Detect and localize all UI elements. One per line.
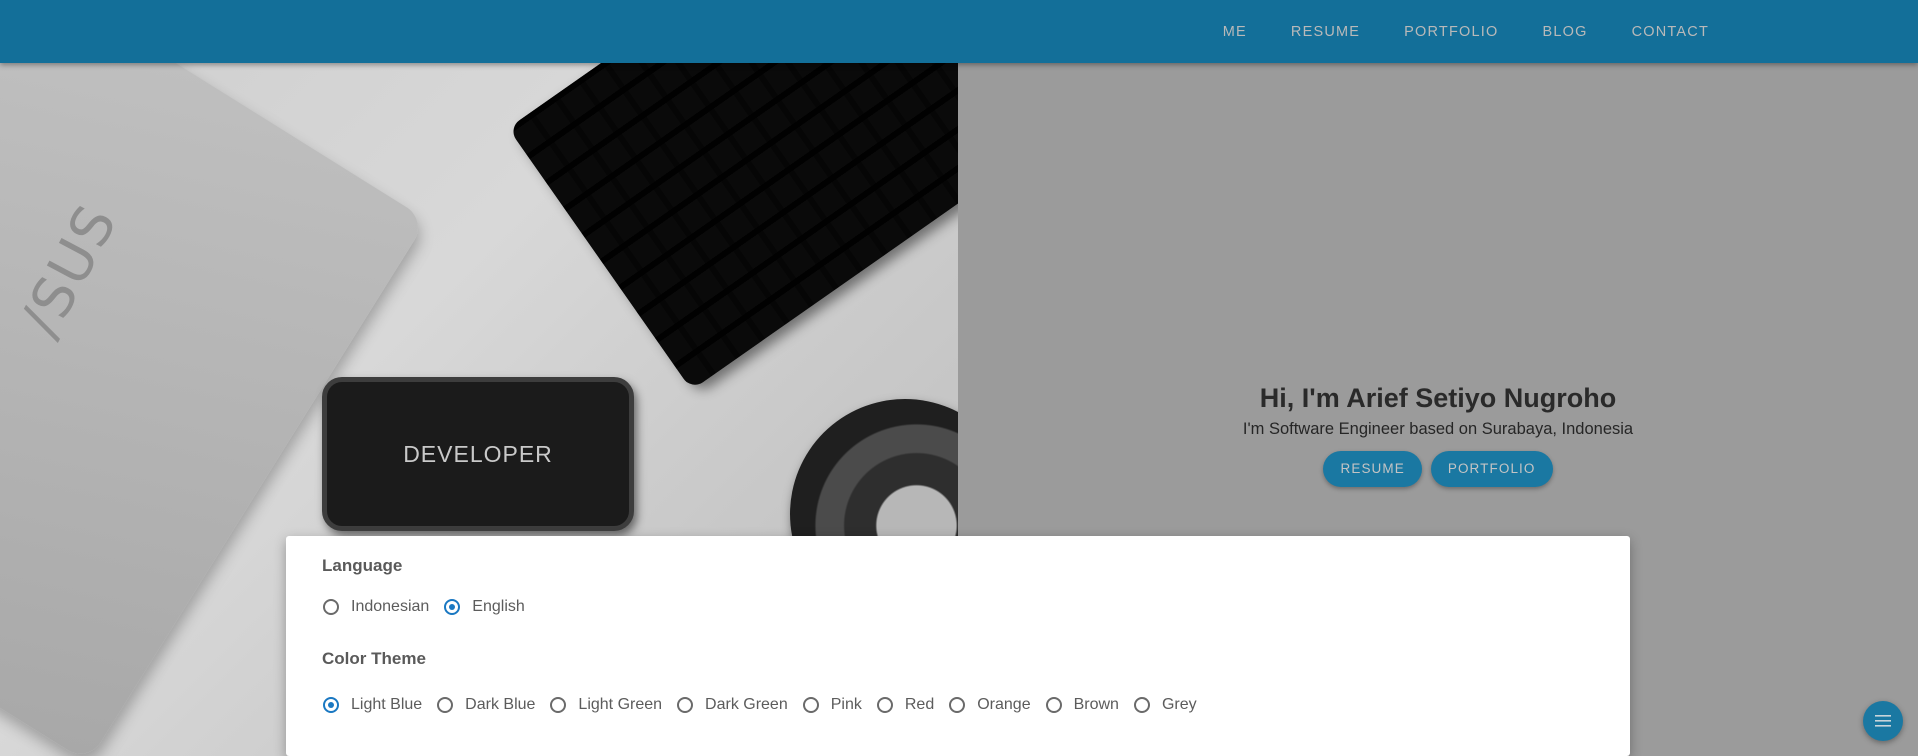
portfolio-button[interactable]: PORTFOLIO [1430,451,1553,487]
radio-unchecked-icon[interactable] [876,697,893,713]
radio-unchecked-icon[interactable] [677,697,694,713]
radio-unchecked-icon[interactable] [323,599,339,615]
theme-option-brown[interactable]: Brown [1045,696,1119,714]
radio-label: English [472,598,525,615]
radio-unchecked-icon[interactable] [1133,697,1150,713]
radio-label: Indonesian [351,598,430,615]
hero-intro: Hi, I'm Arief Setiyo Nugroho I'm Softwar… [1082,382,1794,487]
radio-label: Dark Blue [465,696,536,713]
theme-option-orange[interactable]: Orange [949,696,1031,714]
radio-unchecked-icon[interactable] [802,697,819,713]
phone-screen-text: DEVELOPER [403,440,553,467]
nav-item-contact[interactable]: CONTACT [1632,24,1709,40]
theme-option-pink[interactable]: Pink [802,696,862,714]
nav-item-blog[interactable]: BLOG [1543,24,1588,40]
top-navbar: ME RESUME PORTFOLIO BLOG CONTACT [0,0,1918,63]
radio-unchecked-icon[interactable] [1045,697,1062,713]
radio-label: Light Blue [351,696,423,713]
fab-menu-button[interactable] [1863,701,1903,741]
radio-unchecked-icon[interactable] [437,697,454,713]
language-section-title: Language [322,556,403,575]
resume-button[interactable]: RESUME [1323,451,1422,487]
radio-label: Orange [977,696,1031,713]
radio-label: Dark Green [705,696,788,713]
menu-icon [1875,715,1891,727]
radio-checked-icon[interactable] [323,697,339,713]
language-options: Indonesian English [323,598,540,616]
color-theme-section-title: Color Theme [322,649,426,668]
language-option-indonesian[interactable]: Indonesian [323,598,429,616]
phone-image: DEVELOPER [322,377,634,531]
keyboard-image [508,63,958,391]
theme-option-light-green[interactable]: Light Green [550,696,662,714]
radio-label: Grey [1161,696,1197,713]
radio-checked-icon[interactable] [444,599,461,615]
theme-option-dark-green[interactable]: Dark Green [677,696,788,714]
radio-label: Brown [1073,696,1119,713]
nav-item-me[interactable]: ME [1223,24,1247,40]
nav-item-portfolio[interactable]: PORTFOLIO [1404,24,1498,40]
language-option-english[interactable]: English [444,598,525,616]
theme-option-red[interactable]: Red [876,696,935,714]
hero-title: Hi, I'm Arief Setiyo Nugroho [1259,383,1617,413]
hero-subtitle: I'm Software Engineer based on Surabaya,… [1242,420,1634,438]
theme-option-light-blue[interactable]: Light Blue [323,696,422,714]
radio-label: Red [904,696,935,713]
settings-panel: Language Indonesian English Color Theme … [286,536,1630,756]
radio-unchecked-icon[interactable] [550,697,567,713]
hero-buttons: RESUME PORTFOLIO [1082,451,1794,487]
radio-label: Pink [830,696,862,713]
nav-item-resume[interactable]: RESUME [1291,24,1360,40]
radio-unchecked-icon[interactable] [949,697,966,713]
nav-menu: ME RESUME PORTFOLIO BLOG CONTACT [1179,0,1709,63]
radio-label: Light Green [578,696,663,713]
color-theme-options: Light Blue Dark Blue Light Green Dark Gr… [323,696,1212,714]
theme-option-dark-blue[interactable]: Dark Blue [437,696,535,714]
theme-option-grey[interactable]: Grey [1133,696,1197,714]
